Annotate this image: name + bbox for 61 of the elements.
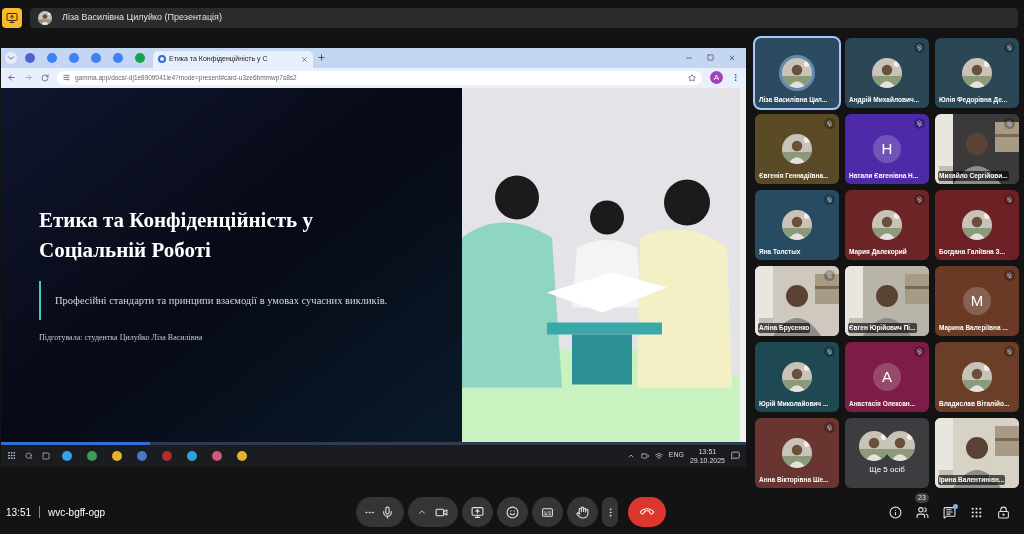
- present-button[interactable]: [462, 497, 493, 527]
- back-icon[interactable]: [7, 73, 16, 82]
- present-screen-icon: [6, 12, 18, 24]
- tab-favicon: [158, 55, 166, 63]
- pinned-tab-icon[interactable]: [113, 52, 123, 63]
- avatar-initial: A: [873, 363, 901, 391]
- taskbar-app-icon[interactable]: [112, 450, 122, 461]
- present-screen-icon: [471, 505, 484, 519]
- presentation-icon[interactable]: [2, 8, 22, 28]
- meeting-code: wvc-bgff-ogp: [48, 505, 106, 520]
- reload-icon[interactable]: [41, 73, 49, 82]
- tab-search-icon[interactable]: [5, 51, 17, 64]
- battery-icon: [640, 451, 649, 460]
- captions-icon: [541, 505, 554, 519]
- mic-control[interactable]: [356, 497, 404, 527]
- raise-hand-button[interactable]: [567, 497, 598, 527]
- mic-icon: [381, 505, 394, 519]
- presenter-label: Ліза Василівна Цилуйко (Презентація): [62, 11, 222, 25]
- people-icon[interactable]: [916, 505, 929, 519]
- notifications-icon[interactable]: [731, 451, 740, 460]
- meeting-time: 13:51: [6, 505, 32, 520]
- reactions-button[interactable]: [497, 497, 528, 527]
- pinned-tab-icon[interactable]: [47, 52, 57, 63]
- avatar-initial: Н: [873, 135, 901, 163]
- chat-icon[interactable]: [943, 505, 956, 519]
- taskbar-app-icon[interactable]: [212, 450, 222, 461]
- pinned-tab-icon[interactable]: [69, 52, 79, 63]
- camera-control[interactable]: [408, 497, 458, 527]
- presenter-bar[interactable]: Ліза Василівна Цилуйко (Презентація): [30, 8, 1018, 28]
- slide-subtitle: Професійні стандарти та принципи взаємодії в умовах сучасних викликів.: [55, 293, 389, 308]
- search-icon[interactable]: [25, 451, 33, 460]
- taskbar-app-icon[interactable]: [62, 450, 72, 461]
- end-call-button[interactable]: [628, 497, 666, 527]
- taskbar-app-icon[interactable]: [137, 450, 147, 461]
- activities-icon[interactable]: [970, 505, 983, 519]
- new-tab-icon[interactable]: [317, 53, 326, 62]
- profile-avatar[interactable]: А: [710, 71, 723, 84]
- close-icon[interactable]: [728, 53, 736, 62]
- avatar-initial: M: [963, 287, 991, 315]
- slide-title: Етика та Конфіденційність у Соціальній Роботі: [39, 206, 314, 264]
- menu-icon[interactable]: [731, 73, 740, 82]
- taskbar-app-icon[interactable]: [237, 450, 247, 461]
- host-controls-icon[interactable]: [997, 505, 1010, 519]
- start-icon[interactable]: [7, 451, 16, 460]
- scrollbar[interactable]: [740, 87, 746, 442]
- maximize-icon[interactable]: [707, 53, 714, 61]
- network-icon: [654, 451, 663, 460]
- taskbar-app-icon[interactable]: [87, 450, 97, 461]
- smiley-icon: [506, 505, 519, 519]
- info-icon[interactable]: [889, 505, 902, 519]
- more-participants-label: Ще 5 осіб: [869, 463, 905, 476]
- pinned-tab-icon[interactable]: [25, 52, 35, 63]
- captions-button[interactable]: [532, 497, 563, 527]
- slide-author: Підготувала: студентка Цилуйко Ліза Василівна: [39, 332, 204, 345]
- taskbar-app-icon[interactable]: [187, 450, 197, 461]
- participant-tile[interactable]: Ще 5 осіб: [845, 418, 929, 488]
- hand-icon: [576, 505, 589, 519]
- task-view-icon[interactable]: [42, 451, 50, 460]
- caret-icon: [417, 507, 427, 517]
- pinned-tab-icon[interactable]: [91, 52, 101, 63]
- close-tab-icon[interactable]: [301, 55, 308, 63]
